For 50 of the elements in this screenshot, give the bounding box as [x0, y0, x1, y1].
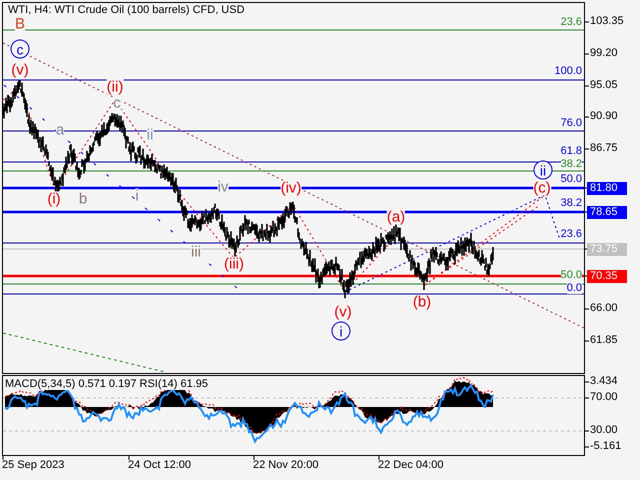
- fib-label: 38.2: [560, 198, 582, 209]
- price-label: 61.85: [590, 335, 618, 346]
- time-label: 24 Oct 12:00: [128, 460, 191, 471]
- indicator-label: 3.434: [590, 376, 618, 387]
- price-label: 90.90: [590, 111, 618, 122]
- price-marker: 70.35: [587, 270, 627, 283]
- price-label: 66.00: [590, 303, 618, 314]
- fib-label: 100.0: [554, 66, 582, 77]
- time-label: 25 Sep 2023: [2, 460, 64, 471]
- wave-label: (b): [412, 294, 432, 310]
- chart-title: WTI, H4: WTI Crude Oil (100 barrels) CFD, USD: [8, 5, 245, 16]
- wave-label: b: [78, 192, 88, 206]
- wave-label: (i): [47, 192, 61, 206]
- wave-label: (v): [11, 62, 29, 78]
- fib-label: 0.0: [566, 283, 582, 294]
- price-label: 99.20: [590, 48, 618, 59]
- wave-label: (v): [334, 304, 352, 320]
- fib-label: 61.8: [560, 146, 582, 157]
- fib-label: 23.6: [560, 229, 582, 240]
- time-label: 22 Nov 20:00: [253, 460, 318, 471]
- wave-label: iii: [191, 244, 201, 260]
- fib-label: 38.2: [560, 159, 582, 170]
- wave-label: (a): [386, 210, 406, 224]
- wave-label: B: [15, 16, 25, 32]
- indicator-title: MACD(5,34,5) 0.571 0.197 RSI(14) 61.95: [5, 379, 208, 390]
- wave-label: (ii): [106, 80, 124, 94]
- wave-label: (c): [533, 180, 551, 196]
- wave-label: ii: [146, 128, 154, 142]
- indicator-label: 30.00: [590, 425, 618, 436]
- wave-label: (iv): [280, 180, 302, 196]
- wave-label: ii: [534, 160, 552, 180]
- fib-label: 50.0: [560, 174, 582, 185]
- price-label: 86.75: [590, 143, 618, 154]
- fib-label: 23.6: [560, 17, 582, 28]
- price-marker: 73.75: [587, 243, 627, 256]
- wave-label: c: [113, 96, 121, 110]
- price-label: 95.05: [590, 80, 618, 91]
- price-marker: 78.65: [587, 206, 627, 219]
- wave-label: i: [332, 322, 350, 340]
- wave-label: (iii): [224, 256, 244, 272]
- fib-label: 76.0: [560, 118, 582, 129]
- fib-label: 50.0: [560, 270, 582, 281]
- wave-label: iv: [218, 180, 228, 194]
- indicator-label: 70.00: [590, 392, 618, 403]
- price-label: 103.35: [590, 16, 624, 27]
- time-label: 22 Dec 04:00: [378, 460, 444, 471]
- indicator-label: -5.161: [590, 441, 622, 452]
- wave-label: c: [10, 40, 30, 58]
- price-marker: 81.80: [587, 182, 627, 195]
- wave-label: i: [135, 188, 139, 204]
